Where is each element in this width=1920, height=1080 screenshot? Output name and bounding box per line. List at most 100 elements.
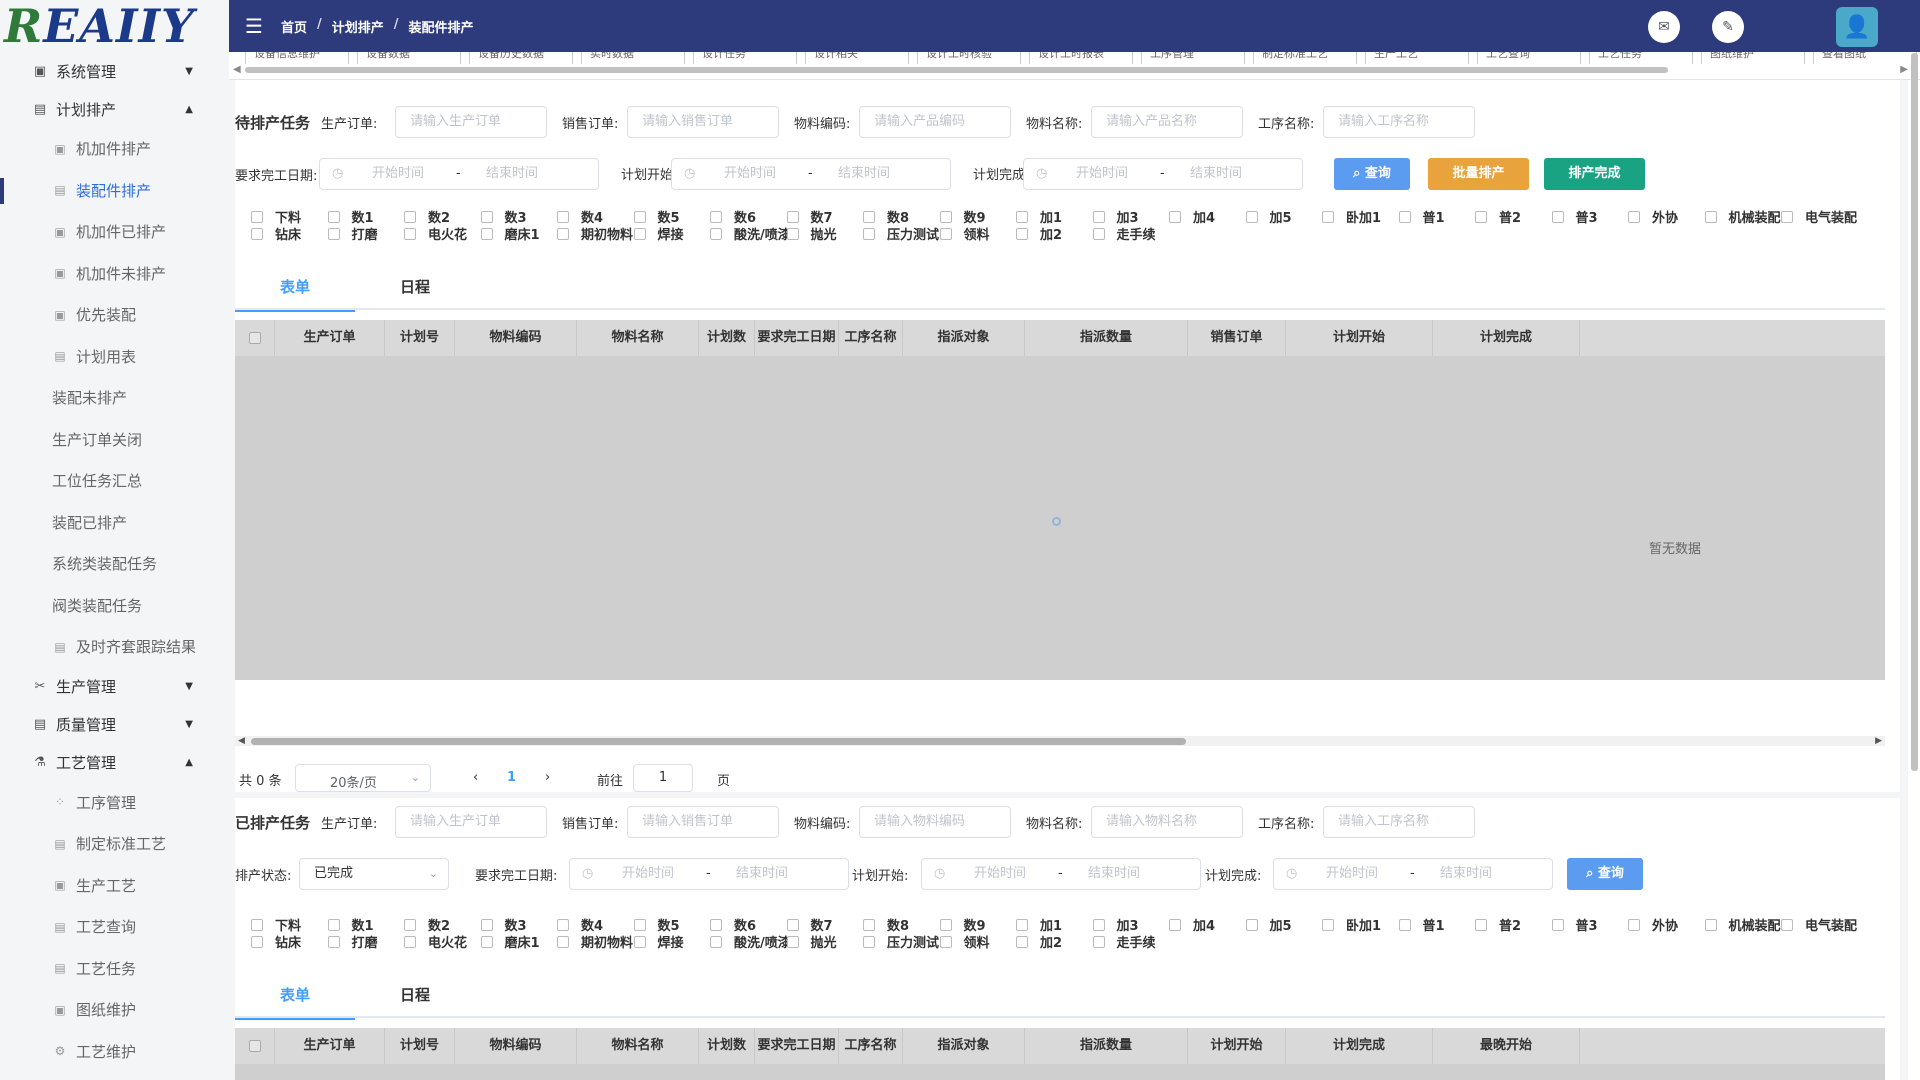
checkbox-box[interactable] xyxy=(786,918,799,931)
process-checkbox[interactable]: 焊接 xyxy=(633,933,711,951)
checkbox-box[interactable] xyxy=(1092,227,1105,240)
tab-form[interactable]: 表单 xyxy=(235,264,355,312)
process-checkbox[interactable]: 普3 xyxy=(1551,916,1629,934)
checkbox-box[interactable] xyxy=(710,935,722,948)
checkbox-box[interactable] xyxy=(939,918,952,931)
checkbox-box[interactable] xyxy=(710,227,722,240)
checkbox-box[interactable] xyxy=(1475,210,1487,223)
checkbox-box[interactable] xyxy=(248,1039,261,1052)
tag-item[interactable]: 设计任务 xyxy=(693,52,797,64)
page-size-select[interactable]: 20条/页 ⌄ xyxy=(295,764,431,792)
sidebar-item-plan-8[interactable]: 工位任务汇总 xyxy=(0,460,229,502)
checkbox-box[interactable] xyxy=(251,918,263,931)
process-checkbox[interactable]: 期初物料 xyxy=(557,225,634,243)
sidebar-item-plan-9[interactable]: 装配已排产 xyxy=(0,502,229,544)
tab-schedule[interactable]: 日程 xyxy=(355,264,475,310)
tab-schedule[interactable]: 日程 xyxy=(355,972,475,1018)
process-checkbox[interactable]: 机械装配 xyxy=(1704,208,1782,226)
checkbox-box[interactable] xyxy=(786,935,799,948)
checkbox-box[interactable] xyxy=(1322,918,1334,931)
process-checkbox[interactable]: 打磨 xyxy=(327,225,405,243)
hamburger-menu-icon[interactable]: ☰ xyxy=(245,14,267,38)
material-name-input[interactable]: 请输入物料名称 xyxy=(1091,806,1243,838)
process-checkbox[interactable]: 数2 xyxy=(404,916,481,934)
sidebar-item-plan-0[interactable]: ▣ 机加件排产 xyxy=(0,128,229,170)
material-code-input[interactable]: 请输入产品编码 xyxy=(859,106,1011,138)
process-checkbox[interactable]: 卧加1 xyxy=(1322,208,1399,226)
process-checkbox[interactable]: 外协 xyxy=(1628,916,1705,934)
checkbox-box[interactable] xyxy=(786,210,799,223)
checkbox-box[interactable] xyxy=(404,918,416,931)
checkbox-box[interactable] xyxy=(404,935,416,948)
checkbox-box[interactable] xyxy=(710,210,722,223)
sidebar-item-process-0[interactable]: ⁘ 工序管理 xyxy=(0,782,229,824)
process-checkbox[interactable]: 数3 xyxy=(480,916,558,934)
prev-page-icon[interactable]: ‹ xyxy=(473,770,478,785)
process-checkbox[interactable]: 数1 xyxy=(327,916,405,934)
process-checkbox[interactable]: 数8 xyxy=(863,208,940,226)
process-checkbox[interactable]: 数6 xyxy=(710,916,787,934)
process-checkbox[interactable]: 酸洗/喷漆 xyxy=(710,933,791,951)
process-checkbox[interactable]: 数8 xyxy=(863,916,940,934)
checkbox-box[interactable] xyxy=(480,935,493,948)
due-date-range[interactable]: ◷ 开始时间 - 结束时间 xyxy=(569,858,849,890)
process-checkbox[interactable]: 电火花 xyxy=(404,933,481,951)
tag-item[interactable]: 设计工时核验 xyxy=(917,52,1021,64)
sidebar-item-plan-11[interactable]: 阀类装配任务 xyxy=(0,585,229,627)
checkbox-box[interactable] xyxy=(1628,210,1640,223)
process-checkbox[interactable]: 钻床 xyxy=(251,933,328,951)
process-checkbox[interactable]: 数2 xyxy=(404,208,481,226)
checkbox-box[interactable] xyxy=(251,935,263,948)
tag-item[interactable]: 制定标准工艺 xyxy=(1253,52,1357,64)
tag-item[interactable]: 工艺查询 xyxy=(1477,52,1581,64)
process-checkbox[interactable]: 加5 xyxy=(1245,916,1323,934)
mail-icon[interactable]: ✉ xyxy=(1648,11,1680,43)
pending-table-scrollbar[interactable]: ◀ ▶ xyxy=(235,736,1885,746)
tag-item[interactable]: 生产工艺 xyxy=(1365,52,1469,64)
tags-scrollbar[interactable] xyxy=(245,67,1668,73)
checkbox-box[interactable] xyxy=(1092,935,1105,948)
process-checkbox[interactable]: 酸洗/喷漆 xyxy=(710,225,791,243)
process-checkbox[interactable]: 领料 xyxy=(939,225,1017,243)
checkbox-box[interactable] xyxy=(1245,210,1258,223)
process-checkbox[interactable]: 压力测试 xyxy=(863,933,940,951)
checkbox-box[interactable] xyxy=(939,210,952,223)
sidebar-item-process-4[interactable]: ▤ 工艺任务 xyxy=(0,948,229,990)
current-page-number[interactable]: 1 xyxy=(507,770,516,785)
checkbox-box[interactable] xyxy=(1398,918,1411,931)
scrollbar-thumb[interactable] xyxy=(251,738,1186,745)
checkbox-box[interactable] xyxy=(1169,210,1181,223)
menu-group-system[interactable]: ▣ 系统管理 ▼ xyxy=(0,52,229,90)
sidebar-item-process-5[interactable]: ▣ 图纸维护 xyxy=(0,989,229,1031)
query-button[interactable]: ⌕ 查询 xyxy=(1334,158,1410,190)
tag-item[interactable]: 实时数据 xyxy=(581,52,685,64)
checkbox-box[interactable] xyxy=(1704,918,1717,931)
checkbox-box[interactable] xyxy=(1551,210,1564,223)
sidebar-item-process-3[interactable]: ▤ 工艺查询 xyxy=(0,906,229,948)
process-name-input[interactable]: 请输入工序名称 xyxy=(1323,106,1475,138)
process-checkbox[interactable]: 领料 xyxy=(939,933,1017,951)
select-all-checkbox[interactable] xyxy=(235,320,275,356)
status-select[interactable]: 已完成 ⌄ xyxy=(299,858,449,890)
sidebar-item-plan-6[interactable]: 装配未排产 xyxy=(0,377,229,419)
sales-order-input[interactable]: 请输入销售订单 xyxy=(627,806,779,838)
checkbox-box[interactable] xyxy=(1169,918,1181,931)
scroll-right-arrow-icon[interactable]: ▶ xyxy=(1875,736,1882,746)
checkbox-box[interactable] xyxy=(1781,210,1793,223)
checkbox-box[interactable] xyxy=(1016,210,1028,223)
menu-group-process[interactable]: ⚗ 工艺管理 ▲ xyxy=(0,744,229,782)
checkbox-box[interactable] xyxy=(480,227,493,240)
scroll-right-arrow-icon[interactable]: ▶ xyxy=(1900,64,1908,75)
process-checkbox[interactable]: 加2 xyxy=(1016,225,1093,243)
prod-order-input[interactable]: 请输入生产订单 xyxy=(395,806,547,838)
checkbox-box[interactable] xyxy=(786,227,799,240)
tag-item[interactable]: 设计工时报表 xyxy=(1029,52,1133,64)
checkbox-box[interactable] xyxy=(1092,918,1105,931)
query-button[interactable]: ⌕ 查询 xyxy=(1567,858,1643,890)
sidebar-item-plan-12[interactable]: ▤ 及时齐套跟踪结果 xyxy=(0,626,229,668)
checkbox-box[interactable] xyxy=(1245,918,1258,931)
tag-item[interactable]: 工序管理 xyxy=(1141,52,1245,64)
checkbox-box[interactable] xyxy=(939,935,952,948)
checkbox-box[interactable] xyxy=(557,227,569,240)
checkbox-box[interactable] xyxy=(251,227,263,240)
